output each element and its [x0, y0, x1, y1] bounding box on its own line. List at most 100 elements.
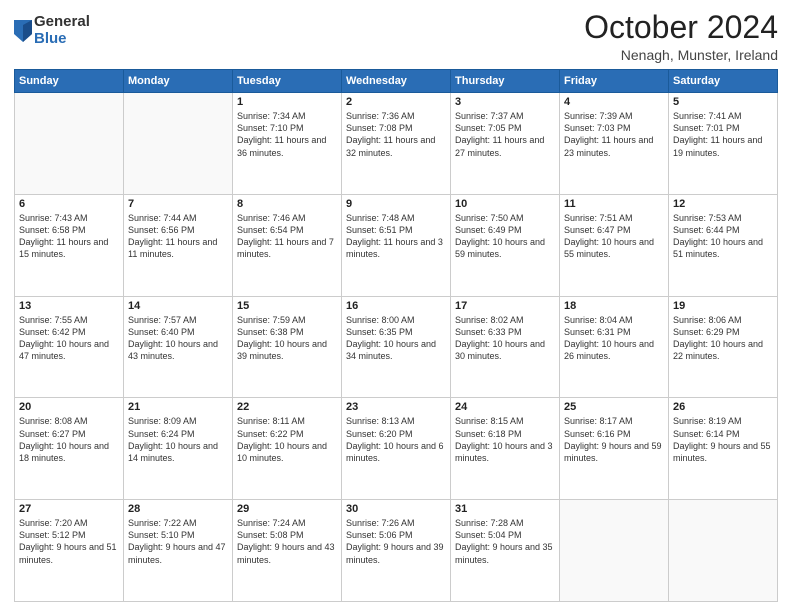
calendar-cell [124, 93, 233, 195]
day-number: 14 [128, 300, 228, 312]
cell-info: Sunrise: 7:22 AM Sunset: 5:10 PM Dayligh… [128, 517, 228, 566]
day-number: 25 [564, 401, 664, 413]
day-number: 6 [19, 198, 119, 210]
day-number: 22 [237, 401, 337, 413]
calendar-cell: 5Sunrise: 7:41 AM Sunset: 7:01 PM Daylig… [669, 93, 778, 195]
logo-general: General [34, 14, 90, 31]
day-number: 20 [19, 401, 119, 413]
cell-info: Sunrise: 7:55 AM Sunset: 6:42 PM Dayligh… [19, 314, 119, 363]
day-number: 16 [346, 300, 446, 312]
calendar-cell: 17 Sunrise: 8:02 AM Sunset: 6:33 PM Dayli… [451, 296, 560, 398]
weekday-header-row: SundayMondayTuesdayWednesdayThursdayFrid… [15, 70, 778, 93]
day-number: 31 [455, 503, 555, 515]
day-number: 10 [455, 198, 555, 210]
cell-info: Sunrise: 8:19 AM Sunset: 6:14 PM Dayligh… [673, 415, 773, 464]
calendar-cell: 24 Sunrise: 8:15 AM Sunset: 6:18 PM Dayli… [451, 398, 560, 500]
cell-info: Sunrise: 7:46 AM Sunset: 6:54 PM Dayligh… [237, 212, 337, 261]
calendar-cell: 10 Sunrise: 7:50 AM Sunset: 6:49 PM Dayli… [451, 194, 560, 296]
weekday-header-cell: Tuesday [233, 70, 342, 93]
day-number: 7 [128, 198, 228, 210]
calendar-cell: 28 Sunrise: 7:22 AM Sunset: 5:10 PM Dayli… [124, 500, 233, 602]
cell-info: Sunrise: 7:57 AM Sunset: 6:40 PM Dayligh… [128, 314, 228, 363]
cell-info: Sunrise: 7:36 AM Sunset: 7:08 PM Dayligh… [346, 110, 446, 159]
calendar-week-row: 20 Sunrise: 8:08 AM Sunset: 6:27 PM Dayli… [15, 398, 778, 500]
calendar-cell: 12Sunrise: 7:53 AM Sunset: 6:44 PM Dayli… [669, 194, 778, 296]
day-number: 24 [455, 401, 555, 413]
logo-blue: Blue [34, 31, 90, 48]
page: General Blue October 2024 Nenagh, Munste… [0, 0, 792, 612]
calendar-cell: 11 Sunrise: 7:51 AM Sunset: 6:47 PM Dayli… [560, 194, 669, 296]
calendar-cell: 27Sunrise: 7:20 AM Sunset: 5:12 PM Dayli… [15, 500, 124, 602]
day-number: 28 [128, 503, 228, 515]
weekday-header-cell: Saturday [669, 70, 778, 93]
calendar-cell: 13 Sunrise: 7:55 AM Sunset: 6:42 PM Dayli… [15, 296, 124, 398]
calendar-cell: 4Sunrise: 7:39 AM Sunset: 7:03 PM Daylig… [560, 93, 669, 195]
day-number: 23 [346, 401, 446, 413]
calendar-cell: 22 Sunrise: 8:11 AM Sunset: 6:22 PM Dayli… [233, 398, 342, 500]
calendar-cell: 14 Sunrise: 7:57 AM Sunset: 6:40 PM Dayli… [124, 296, 233, 398]
cell-info: Sunrise: 8:15 AM Sunset: 6:18 PM Dayligh… [455, 415, 555, 464]
calendar-cell: 21Sunrise: 8:09 AM Sunset: 6:24 PM Dayli… [124, 398, 233, 500]
calendar-week-row: 1 Sunrise: 7:34 AM Sunset: 7:10 PM Daylig… [15, 93, 778, 195]
cell-info: Sunrise: 7:34 AM Sunset: 7:10 PM Dayligh… [237, 110, 337, 159]
calendar-body: 1 Sunrise: 7:34 AM Sunset: 7:10 PM Daylig… [15, 93, 778, 602]
month-title: October 2024 [584, 10, 778, 45]
day-number: 13 [19, 300, 119, 312]
cell-info: Sunrise: 7:24 AM Sunset: 5:08 PM Dayligh… [237, 517, 337, 566]
day-number: 19 [673, 300, 773, 312]
day-number: 11 [564, 198, 664, 210]
cell-info: Sunrise: 7:37 AM Sunset: 7:05 PM Dayligh… [455, 110, 555, 159]
calendar-week-row: 27Sunrise: 7:20 AM Sunset: 5:12 PM Dayli… [15, 500, 778, 602]
calendar-cell: 18Sunrise: 8:04 AM Sunset: 6:31 PM Dayli… [560, 296, 669, 398]
cell-info: Sunrise: 8:06 AM Sunset: 6:29 PM Dayligh… [673, 314, 773, 363]
calendar-table: SundayMondayTuesdayWednesdayThursdayFrid… [14, 69, 778, 602]
weekday-header-cell: Monday [124, 70, 233, 93]
calendar-cell: 16 Sunrise: 8:00 AM Sunset: 6:35 PM Dayli… [342, 296, 451, 398]
logo-text: General Blue [34, 14, 90, 47]
calendar-cell: 9Sunrise: 7:48 AM Sunset: 6:51 PM Daylig… [342, 194, 451, 296]
calendar-week-row: 13 Sunrise: 7:55 AM Sunset: 6:42 PM Dayli… [15, 296, 778, 398]
day-number: 15 [237, 300, 337, 312]
day-number: 1 [237, 96, 337, 108]
calendar-cell: 29 Sunrise: 7:24 AM Sunset: 5:08 PM Dayli… [233, 500, 342, 602]
location-title: Nenagh, Munster, Ireland [584, 47, 778, 63]
cell-info: Sunrise: 7:43 AM Sunset: 6:58 PM Dayligh… [19, 212, 119, 261]
header: General Blue October 2024 Nenagh, Munste… [14, 10, 778, 63]
calendar-cell: 7 Sunrise: 7:44 AM Sunset: 6:56 PM Daylig… [124, 194, 233, 296]
cell-info: Sunrise: 7:20 AM Sunset: 5:12 PM Dayligh… [19, 517, 119, 566]
cell-info: Sunrise: 7:44 AM Sunset: 6:56 PM Dayligh… [128, 212, 228, 261]
day-number: 9 [346, 198, 446, 210]
calendar-cell: 8 Sunrise: 7:46 AM Sunset: 6:54 PM Daylig… [233, 194, 342, 296]
cell-info: Sunrise: 7:50 AM Sunset: 6:49 PM Dayligh… [455, 212, 555, 261]
calendar-cell: 26 Sunrise: 8:19 AM Sunset: 6:14 PM Dayli… [669, 398, 778, 500]
day-number: 3 [455, 96, 555, 108]
calendar-cell: 20 Sunrise: 8:08 AM Sunset: 6:27 PM Dayli… [15, 398, 124, 500]
calendar-cell [560, 500, 669, 602]
day-number: 26 [673, 401, 773, 413]
day-number: 29 [237, 503, 337, 515]
day-number: 8 [237, 198, 337, 210]
calendar-cell: 23 Sunrise: 8:13 AM Sunset: 6:20 PM Dayli… [342, 398, 451, 500]
calendar-cell: 30Sunrise: 7:26 AM Sunset: 5:06 PM Dayli… [342, 500, 451, 602]
weekday-header-cell: Thursday [451, 70, 560, 93]
cell-info: Sunrise: 7:59 AM Sunset: 6:38 PM Dayligh… [237, 314, 337, 363]
day-number: 17 [455, 300, 555, 312]
day-number: 2 [346, 96, 446, 108]
weekday-header-cell: Sunday [15, 70, 124, 93]
calendar-cell: 3 Sunrise: 7:37 AM Sunset: 7:05 PM Daylig… [451, 93, 560, 195]
day-number: 5 [673, 96, 773, 108]
cell-info: Sunrise: 7:51 AM Sunset: 6:47 PM Dayligh… [564, 212, 664, 261]
calendar-cell: 6 Sunrise: 7:43 AM Sunset: 6:58 PM Daylig… [15, 194, 124, 296]
calendar-cell [669, 500, 778, 602]
cell-info: Sunrise: 8:13 AM Sunset: 6:20 PM Dayligh… [346, 415, 446, 464]
calendar-cell [15, 93, 124, 195]
logo-icon [14, 20, 32, 42]
weekday-header-cell: Wednesday [342, 70, 451, 93]
cell-info: Sunrise: 7:28 AM Sunset: 5:04 PM Dayligh… [455, 517, 555, 566]
weekday-header-cell: Friday [560, 70, 669, 93]
calendar-week-row: 6 Sunrise: 7:43 AM Sunset: 6:58 PM Daylig… [15, 194, 778, 296]
cell-info: Sunrise: 8:00 AM Sunset: 6:35 PM Dayligh… [346, 314, 446, 363]
cell-info: Sunrise: 8:08 AM Sunset: 6:27 PM Dayligh… [19, 415, 119, 464]
cell-info: Sunrise: 8:11 AM Sunset: 6:22 PM Dayligh… [237, 415, 337, 464]
cell-info: Sunrise: 8:02 AM Sunset: 6:33 PM Dayligh… [455, 314, 555, 363]
